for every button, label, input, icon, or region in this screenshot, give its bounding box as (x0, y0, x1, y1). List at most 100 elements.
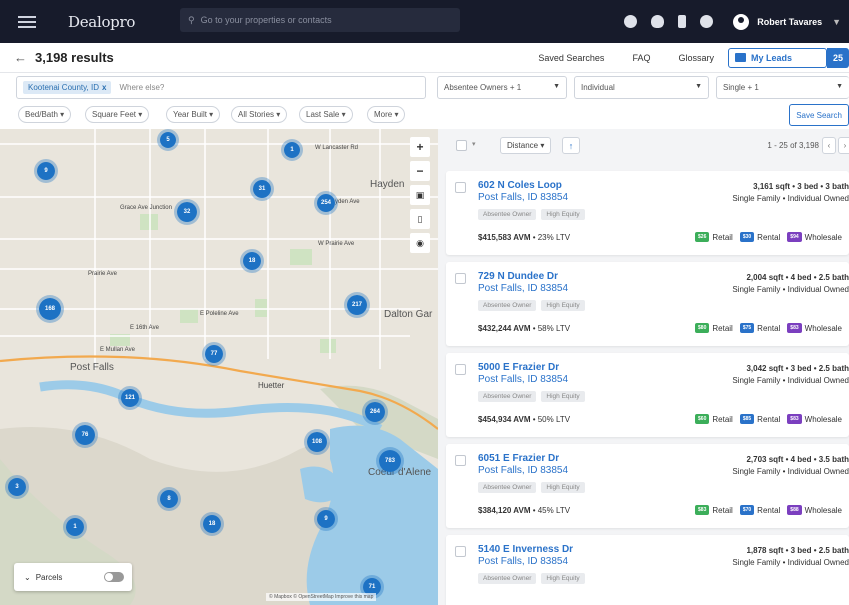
add-icon[interactable] (624, 15, 638, 28)
my-leads-button[interactable]: My Leads (727, 48, 827, 68)
street-address[interactable]: 602 N Coles Loop (478, 180, 562, 191)
faq-link[interactable]: FAQ (632, 53, 650, 63)
map-cluster-marker[interactable]: 108 (304, 429, 330, 455)
deal-badge-label[interactable]: Rental (757, 415, 780, 424)
chevron-down-icon[interactable]: ▼ (832, 17, 841, 27)
map-cluster-marker[interactable]: 264 (362, 399, 388, 425)
map-cluster-marker[interactable]: 18 (200, 512, 224, 536)
layers-icon[interactable]: ▯ (410, 209, 430, 229)
sort-direction-icon[interactable]: ↑ (562, 137, 580, 154)
map-cluster-marker[interactable]: 31 (250, 177, 274, 201)
back-arrow-icon[interactable]: ← (14, 50, 27, 65)
year-built-filter[interactable]: Year Built ▾ (166, 106, 221, 123)
deal-badge-label[interactable]: Wholesale (805, 506, 842, 515)
stories-filter[interactable]: All Stories ▾ (231, 106, 288, 123)
property-card[interactable]: 602 N Coles Loop Post Falls, ID 83854 Abse… (446, 171, 849, 255)
my-leads-count[interactable]: 25 (826, 48, 849, 68)
map-cluster-marker[interactable]: 1 (281, 139, 303, 161)
deal-badge-label[interactable]: Retail (712, 506, 732, 515)
property-address[interactable]: 6051 E Frazier Dr Post Falls, ID 83854 (478, 453, 568, 477)
saved-searches-link[interactable]: Saved Searches (538, 53, 604, 63)
map-cluster-marker[interactable]: 217 (344, 292, 370, 318)
card-checkbox[interactable] (455, 182, 466, 193)
deal-badge-label[interactable]: Rental (757, 324, 780, 333)
property-address[interactable]: 602 N Coles Loop Post Falls, ID 83854 (478, 180, 568, 204)
property-address[interactable]: 5140 E Inverness Dr Post Falls, ID 83854 (478, 544, 573, 568)
property-card[interactable]: 6051 E Frazier Dr Post Falls, ID 83854 Abs… (446, 444, 849, 528)
square-feet-filter[interactable]: Square Feet ▾ (85, 106, 150, 123)
sort-select[interactable]: Distance ▾ (500, 137, 552, 154)
lead-tag: High Equity (541, 482, 585, 493)
street-address[interactable]: 6051 E Frazier Dr (478, 453, 559, 464)
glossary-link[interactable]: Glossary (678, 53, 714, 63)
user-avatar-icon[interactable] (733, 13, 750, 30)
app-logo[interactable]: Dealopro (68, 13, 135, 31)
map-cluster-marker[interactable]: 76 (72, 422, 98, 448)
map-cluster-marker[interactable]: 32 (174, 199, 200, 225)
deal-badge-label[interactable]: Rental (757, 233, 780, 242)
map-cluster-marker[interactable]: 9 (314, 507, 338, 531)
deal-badge-label[interactable]: Wholesale (805, 324, 842, 333)
heart-icon[interactable] (651, 15, 665, 28)
menu-icon[interactable] (18, 15, 36, 28)
map-view[interactable]: Post Falls Huetter Hayden Dalton Gar Coe… (0, 129, 438, 605)
satellite-icon[interactable]: ◉ (410, 233, 430, 253)
card-checkbox[interactable] (455, 273, 466, 284)
select-all-checkbox[interactable] (456, 140, 467, 151)
map-cluster-marker[interactable]: 5 (157, 129, 179, 151)
pin-icon[interactable] (678, 15, 687, 28)
map-cluster-marker[interactable]: 121 (118, 386, 142, 410)
where-else-placeholder[interactable]: Where else? (119, 83, 164, 92)
more-filters[interactable]: More ▾ (367, 106, 406, 123)
property-card[interactable]: 5140 E Inverness Dr Post Falls, ID 83854 A… (446, 535, 849, 605)
draw-square-icon[interactable]: ▣ (410, 185, 430, 205)
deal-badge-label[interactable]: Wholesale (805, 233, 842, 242)
card-checkbox[interactable] (455, 546, 466, 557)
next-page-icon[interactable]: › (838, 137, 849, 154)
property-card[interactable]: 5000 E Frazier Dr Post Falls, ID 83854 Abs… (446, 353, 849, 437)
prev-page-icon[interactable]: ‹ (822, 137, 836, 154)
deal-badge-label[interactable]: Wholesale (805, 415, 842, 424)
property-card[interactable]: 729 N Dundee Dr Post Falls, ID 83854 Absen… (446, 262, 849, 346)
map-cluster-marker[interactable]: 18 (240, 249, 264, 273)
ownership-select[interactable]: Individual ▼ (574, 76, 709, 99)
bed-bath-filter[interactable]: Bed/Bath ▾ (18, 106, 72, 123)
save-search-button[interactable]: Save Search (789, 104, 849, 126)
owner-type-select[interactable]: Absentee Owners + 1 ▼ (437, 76, 567, 99)
deal-badge-label[interactable]: Retail (712, 324, 732, 333)
card-checkbox[interactable] (455, 364, 466, 375)
global-search-input[interactable]: ⚲ Go to your properties or contacts (180, 8, 460, 32)
zoom-in-icon[interactable]: + (410, 137, 430, 157)
deal-badge-label[interactable]: Retail (712, 415, 732, 424)
deal-badge-label[interactable]: Retail (712, 233, 732, 242)
map-cluster-marker[interactable]: 783 (376, 447, 404, 475)
close-icon[interactable]: x (102, 83, 106, 92)
property-address[interactable]: 729 N Dundee Dr Post Falls, ID 83854 (478, 271, 568, 295)
location-filter-input[interactable]: Kootenai County, ID x Where else? (16, 76, 426, 99)
deal-badge-label[interactable]: Rental (757, 506, 780, 515)
property-address[interactable]: 5000 E Frazier Dr Post Falls, ID 83854 (478, 362, 568, 386)
chevron-down-icon[interactable]: ▾ (472, 140, 476, 148)
parcels-toggle-panel[interactable]: ⌄ Parcels (14, 563, 132, 591)
location-chip[interactable]: Kootenai County, ID x (23, 81, 112, 94)
street-address[interactable]: 5000 E Frazier Dr (478, 362, 559, 373)
map-cluster-marker[interactable]: 168 (36, 295, 64, 323)
map-cluster-marker[interactable]: 8 (157, 487, 181, 511)
street-address[interactable]: 729 N Dundee Dr (478, 271, 558, 282)
rocket-icon[interactable] (700, 15, 714, 28)
map-cluster-marker[interactable]: 3 (5, 475, 29, 499)
zoom-out-icon[interactable]: − (410, 161, 430, 181)
last-sale-filter[interactable]: Last Sale ▾ (299, 106, 353, 123)
map-attribution[interactable]: © Mapbox © OpenStreetMap Improve this ma… (266, 593, 377, 601)
user-name[interactable]: Robert Tavares (757, 17, 822, 27)
card-checkbox[interactable] (455, 455, 466, 466)
refine-filters: Bed/Bath ▾ Square Feet ▾ Year Built ▾ Al… (0, 102, 849, 129)
street-address[interactable]: 5140 E Inverness Dr (478, 544, 573, 555)
map-cluster-marker[interactable]: 254 (314, 191, 338, 215)
map-cluster-marker[interactable]: 1 (63, 515, 87, 539)
property-type-stats: Single Family • Individual Owned (732, 194, 849, 203)
parcels-toggle[interactable] (104, 572, 124, 582)
map-cluster-marker[interactable]: 77 (202, 342, 226, 366)
property-type-select[interactable]: Single + 1 ▼ (716, 76, 849, 99)
map-cluster-marker[interactable]: 9 (34, 159, 58, 183)
